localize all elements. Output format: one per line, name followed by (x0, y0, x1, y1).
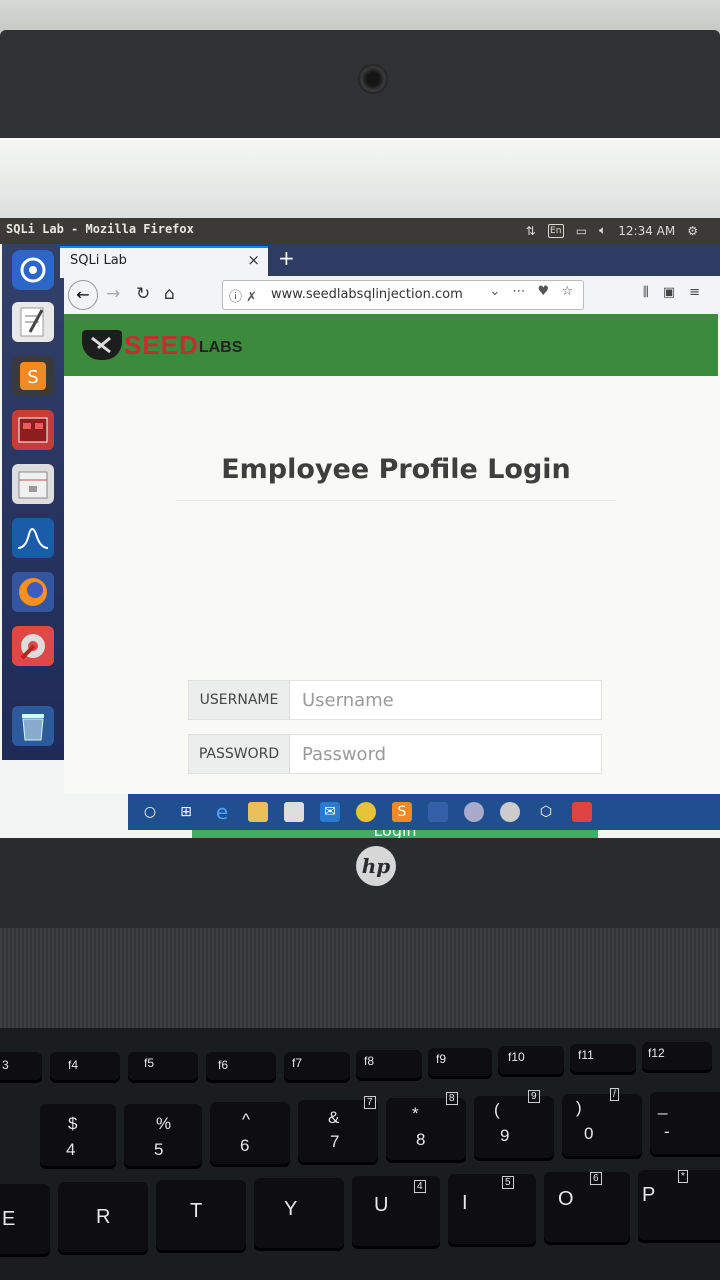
sublime-text-icon[interactable]: S (12, 356, 54, 396)
library-sidebar-menu-icons[interactable]: ⫼▣≡ (643, 285, 714, 300)
network-icon[interactable]: ⇅ (526, 224, 536, 238)
key-6[interactable]: ^ 6 (210, 1102, 290, 1164)
divider (176, 500, 616, 501)
volume-icon[interactable]: 🔈︎ (599, 223, 606, 238)
key-t[interactable]: T (156, 1180, 246, 1250)
username-input[interactable] (290, 681, 601, 719)
file-explorer-icon[interactable] (248, 802, 268, 822)
system-settings-icon[interactable] (12, 626, 54, 666)
navigation-toolbar: ← → ↻ ⌂ ⓘ ✗ www.seedlabsqlinjection.com … (64, 276, 720, 315)
forward-arrow-icon[interactable]: → (106, 284, 120, 304)
keyboard: 3 f4 f5 f6 f7 f8 f9 f10 f11 f12 $4 % 5 ^ 6… (0, 1028, 720, 1280)
screenshot-app-icon[interactable] (12, 410, 54, 450)
back-arrow-icon[interactable]: ← (68, 280, 98, 310)
key-f5[interactable]: f5 (128, 1052, 198, 1080)
key-f8[interactable]: f8 (356, 1050, 422, 1078)
key-u[interactable]: U4 (352, 1176, 440, 1246)
reload-icon[interactable]: ↻ (136, 284, 150, 304)
url-text[interactable]: www.seedlabsqlinjection.com (271, 287, 463, 302)
host-desktop-strip (0, 138, 720, 218)
svg-text:S: S (27, 367, 38, 388)
edge-icon[interactable]: e (212, 800, 232, 824)
home-icon[interactable]: ⌂ (164, 284, 175, 304)
dash-home-icon[interactable] (12, 250, 54, 290)
logo-text-labs: LABS (198, 339, 243, 356)
webcam (358, 64, 388, 94)
trash-icon[interactable] (12, 706, 54, 746)
web-page: SEED LABS Employee Profile Login USERNAM… (64, 314, 720, 838)
speaker-grille (0, 928, 720, 1028)
store-icon[interactable] (284, 802, 304, 822)
tab-title: SQLi Lab (70, 253, 127, 268)
seed-header-bar: SEED LABS (64, 314, 718, 376)
key-f4[interactable]: f4 (50, 1052, 120, 1080)
task-view-icon[interactable]: ⊞ (176, 802, 196, 822)
url-bar[interactable]: ⓘ ✗ www.seedlabsqlinjection.com ⌄ ⋯ ♥ ☆ (222, 280, 584, 310)
app-circle-icon[interactable] (464, 802, 484, 822)
tab-sqli-lab[interactable]: SQLi Lab × (60, 246, 268, 278)
keyboard-language-indicator[interactable]: En (547, 223, 564, 238)
key-5[interactable]: % 5 (124, 1104, 202, 1166)
clock[interactable]: 12:34 AM (618, 224, 675, 238)
seed-labs-logo[interactable]: SEED LABS (82, 328, 242, 362)
site-info-icon[interactable]: ⓘ ✗ (229, 286, 257, 305)
password-label: PASSWORD (189, 735, 290, 773)
key-minus[interactable]: _ - (650, 1092, 720, 1154)
mail-icon[interactable]: ✉ (320, 802, 340, 822)
key-y[interactable]: Y (254, 1178, 344, 1248)
wireshark-icon[interactable] (12, 518, 54, 558)
key-4[interactable]: $4 (40, 1104, 116, 1166)
files-icon[interactable] (12, 464, 54, 504)
laptop-screen: SQLi Lab - Mozilla Firefox ⇅ En ▭ 🔈︎ 12:… (0, 138, 720, 838)
new-tab-button[interactable]: + (278, 246, 295, 270)
key-o[interactable]: O6 (544, 1172, 630, 1242)
logo-text-seed: SEED (124, 329, 199, 360)
system-tray: ⇅ En ▭ 🔈︎ 12:34 AM ⚙ (526, 223, 698, 238)
key-f11[interactable]: f11 (570, 1044, 636, 1072)
key-f3[interactable]: 3 (0, 1052, 42, 1080)
key-f7[interactable]: f7 (284, 1052, 350, 1080)
password-row: PASSWORD (188, 734, 602, 774)
key-0[interactable]: ) 0/ (562, 1088, 642, 1156)
key-9[interactable]: (9 9 (474, 1090, 554, 1158)
page-title: Employee Profile Login (221, 454, 571, 485)
key-r[interactable]: R (58, 1182, 148, 1252)
text-editor-icon[interactable] (12, 302, 54, 342)
key-8[interactable]: * 8 8 (386, 1092, 466, 1160)
windows-taskbar: ○ ⊞ e ✉ S ⬡ (128, 794, 720, 830)
laptop-bottom-bezel (0, 838, 720, 928)
cortana-icon[interactable]: ○ (140, 802, 160, 822)
tab-close-icon[interactable]: × (247, 251, 260, 269)
key-f9[interactable]: f9 (428, 1048, 492, 1076)
username-row: USERNAME (188, 680, 602, 720)
page-actions-icon[interactable]: ⌄ ⋯ ♥ ☆ (489, 284, 577, 299)
battery-icon[interactable]: ▭ (576, 224, 587, 238)
app-icon[interactable] (428, 802, 448, 822)
key-f10[interactable]: f10 (498, 1046, 564, 1074)
key-f12[interactable]: f12 (642, 1042, 712, 1070)
key-p[interactable]: P * (638, 1170, 720, 1240)
sublime-taskbar-icon[interactable]: S (392, 802, 412, 822)
hp-logo: hp (356, 846, 396, 886)
firefox-icon[interactable] (12, 572, 54, 612)
logo-shield-icon (82, 330, 122, 360)
key-f6[interactable]: f6 (206, 1052, 276, 1080)
app-circle-icon-2[interactable] (500, 802, 520, 822)
unity-launcher: S (2, 244, 64, 760)
password-input[interactable] (290, 735, 601, 773)
window-title: SQLi Lab - Mozilla Firefox (6, 222, 194, 236)
key-i[interactable]: I5 (448, 1174, 536, 1244)
settings-gear-icon[interactable]: ⚙ (687, 224, 698, 238)
key-e[interactable]: E (0, 1184, 50, 1254)
key-7[interactable]: & 7 7 (298, 1096, 378, 1162)
ubuntu-top-panel: SQLi Lab - Mozilla Firefox ⇅ En ▭ 🔈︎ 12:… (0, 218, 720, 244)
chrome-icon[interactable] (356, 802, 376, 822)
virtualbox-icon[interactable]: ⬡ (536, 802, 556, 822)
pinned-app-icon[interactable] (572, 802, 592, 822)
username-label: USERNAME (189, 681, 290, 719)
